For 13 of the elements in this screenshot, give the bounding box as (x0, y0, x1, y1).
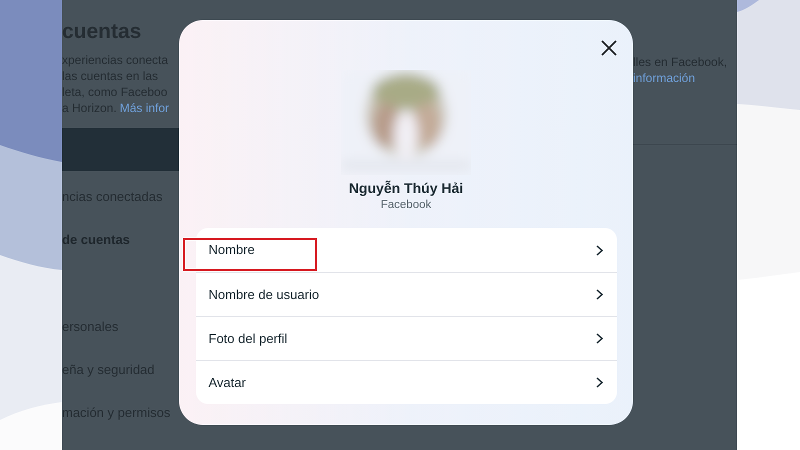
close-icon (601, 40, 617, 56)
more-info-link[interactable]: Más infor (120, 100, 170, 116)
settings-row[interactable]: Nombre de usuario (196, 272, 616, 316)
chevron-icon (596, 377, 602, 388)
more-info-link[interactable]: información (633, 70, 737, 86)
platform-label: Facebook (380, 198, 432, 213)
chevron-icon (596, 289, 602, 300)
profile-name: Nguyễn Thúy Hải (348, 179, 464, 197)
settings-row[interactable]: Avatar (196, 360, 616, 404)
chevron-icon (596, 244, 602, 256)
chevron-icon (596, 333, 602, 344)
settings-row[interactable]: Nombre (196, 228, 616, 272)
settings-row[interactable]: Foto del perfil (196, 316, 616, 360)
